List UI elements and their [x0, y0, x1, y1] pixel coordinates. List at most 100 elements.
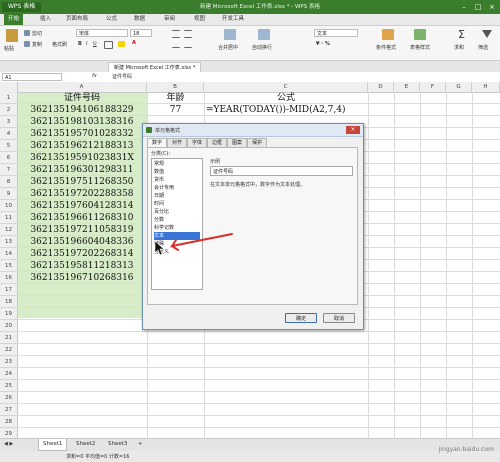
id-cell[interactable]: 362135196212188313	[17, 140, 147, 152]
row-header[interactable]: 17	[0, 284, 17, 296]
sheet-tab-3[interactable]: Sheet3	[104, 439, 131, 450]
tab-review[interactable]: 审阅	[164, 14, 175, 25]
row-header[interactable]: 18	[0, 296, 17, 308]
id-cell[interactable]: 362135198103138316	[17, 116, 147, 128]
align-center-icon[interactable]	[184, 41, 192, 48]
column-header[interactable]: H	[472, 82, 500, 92]
row-header[interactable]: 16	[0, 272, 17, 284]
cancel-button[interactable]: 取消	[323, 313, 355, 323]
conditional-format-button[interactable]: 条件格式	[376, 44, 396, 51]
id-cell[interactable]: 362135196710268316	[17, 272, 147, 284]
row-header[interactable]: 14	[0, 248, 17, 260]
align-top-icon[interactable]	[172, 30, 180, 38]
column-header[interactable]: D	[368, 82, 394, 92]
row-header[interactable]: 3	[0, 116, 17, 128]
dialog-close-icon[interactable]: ×	[346, 126, 360, 134]
format-painter-button[interactable]: 格式刷	[52, 41, 67, 48]
sheet-tab-1[interactable]: Sheet1	[38, 439, 68, 451]
id-cell[interactable]: 362135196611268310	[17, 212, 147, 224]
row-header[interactable]: 5	[0, 140, 17, 152]
align-left-icon[interactable]	[172, 41, 180, 48]
copy-icon[interactable]	[24, 41, 30, 47]
row-header[interactable]: 25	[0, 380, 17, 392]
column-header[interactable]: E	[394, 82, 420, 92]
category-item[interactable]: 时间	[154, 200, 200, 208]
column-header[interactable]: B	[147, 82, 204, 92]
category-item[interactable]: 会计专用	[154, 184, 200, 192]
cell-c2[interactable]: =YEAR(TODAY())-MID(A2,7,4)	[206, 104, 346, 116]
column-header[interactable]: C	[204, 82, 368, 92]
sum-icon[interactable]: Σ	[458, 29, 465, 40]
row-header[interactable]: 24	[0, 368, 17, 380]
id-cell[interactable]: 362135196301298311	[17, 164, 147, 176]
auto-wrap-icon[interactable]	[258, 29, 270, 40]
fx-icon[interactable]: fx	[92, 73, 97, 79]
auto-wrap-button[interactable]: 自动换行	[252, 44, 272, 51]
row-header[interactable]: 23	[0, 356, 17, 368]
cell-b2[interactable]: 77	[147, 104, 204, 116]
tab-data[interactable]: 数据	[134, 14, 145, 25]
row-header[interactable]: 8	[0, 176, 17, 188]
row-header[interactable]: 4	[0, 128, 17, 140]
minimize-icon[interactable]: –	[458, 2, 470, 12]
id-cell[interactable]: 362135194106188329	[17, 104, 147, 116]
formula-input[interactable]: 证件号码	[112, 73, 132, 80]
id-cell[interactable]: 362135197202288358	[17, 188, 147, 200]
font-name-select[interactable]: 宋体	[76, 29, 128, 37]
row-header[interactable]: 26	[0, 392, 17, 404]
tab-developer[interactable]: 开发工具	[222, 14, 244, 25]
paste-icon[interactable]	[6, 29, 18, 42]
font-size-select[interactable]: 18	[130, 29, 152, 37]
ok-button[interactable]: 确定	[285, 313, 317, 323]
tab-home[interactable]: 开始	[4, 14, 24, 25]
category-item[interactable]: 科学记数	[154, 224, 200, 232]
sheet-tab-2[interactable]: Sheet2	[72, 439, 99, 450]
tab-font[interactable]: 字体	[187, 138, 207, 147]
border-icon[interactable]	[104, 41, 113, 49]
fill-color-icon[interactable]	[118, 41, 125, 47]
category-item[interactable]: 数值	[154, 168, 200, 176]
sheet-nav-icon[interactable]: ◀ ▶	[4, 441, 13, 447]
category-item[interactable]: 日期	[154, 192, 200, 200]
merge-center-button[interactable]: 合并居中	[218, 44, 238, 51]
underline-icon[interactable]: U	[93, 41, 97, 47]
row-header[interactable]: 10	[0, 200, 17, 212]
id-cell[interactable]: 362135197211058319	[17, 224, 147, 236]
tab-insert[interactable]: 插入	[40, 14, 51, 25]
tab-protection[interactable]: 保护	[247, 138, 267, 147]
maximize-icon[interactable]: □	[472, 2, 484, 12]
align-middle-icon[interactable]	[184, 30, 192, 38]
tab-view[interactable]: 视图	[194, 14, 205, 25]
id-cell[interactable]: 362135195701028332	[17, 128, 147, 140]
row-header[interactable]: 19	[0, 308, 17, 320]
currency-icon[interactable]: ¥ · %	[316, 41, 330, 47]
category-item[interactable]: 自定义	[154, 248, 200, 256]
table-style-icon[interactable]	[414, 29, 426, 40]
sum-button[interactable]: 求和	[454, 44, 464, 51]
row-header[interactable]: 2	[0, 104, 17, 116]
font-color-icon[interactable]: A	[132, 40, 136, 46]
id-cell[interactable]: 362135195811218313	[17, 260, 147, 272]
category-item[interactable]: 百分比	[154, 208, 200, 216]
tab-pattern[interactable]: 图案	[227, 138, 247, 147]
italic-icon[interactable]: I	[86, 41, 87, 47]
category-item[interactable]: 常规	[154, 160, 200, 168]
copy-button[interactable]: 复制	[32, 41, 42, 48]
app-menu-button[interactable]: WPS 表格	[2, 2, 42, 12]
paste-label[interactable]: 粘贴	[4, 45, 14, 52]
number-format-select[interactable]: 文本	[314, 29, 358, 37]
category-item-selected[interactable]: 文本	[154, 232, 200, 240]
column-header[interactable]: G	[446, 82, 472, 92]
tab-alignment[interactable]: 对齐	[167, 138, 187, 147]
row-header[interactable]: 21	[0, 332, 17, 344]
filter-button[interactable]: 筛选	[478, 44, 488, 51]
row-header[interactable]: 11	[0, 212, 17, 224]
category-item[interactable]: 货币	[154, 176, 200, 184]
id-cell[interactable]: 362135197202268314	[17, 248, 147, 260]
tab-page-layout[interactable]: 页面布局	[66, 14, 88, 25]
tab-border[interactable]: 边框	[207, 138, 227, 147]
id-cell[interactable]: 362135197604128314	[17, 200, 147, 212]
filter-icon[interactable]	[482, 30, 492, 38]
merge-center-icon[interactable]	[224, 29, 236, 40]
row-header[interactable]: 1	[0, 92, 17, 104]
